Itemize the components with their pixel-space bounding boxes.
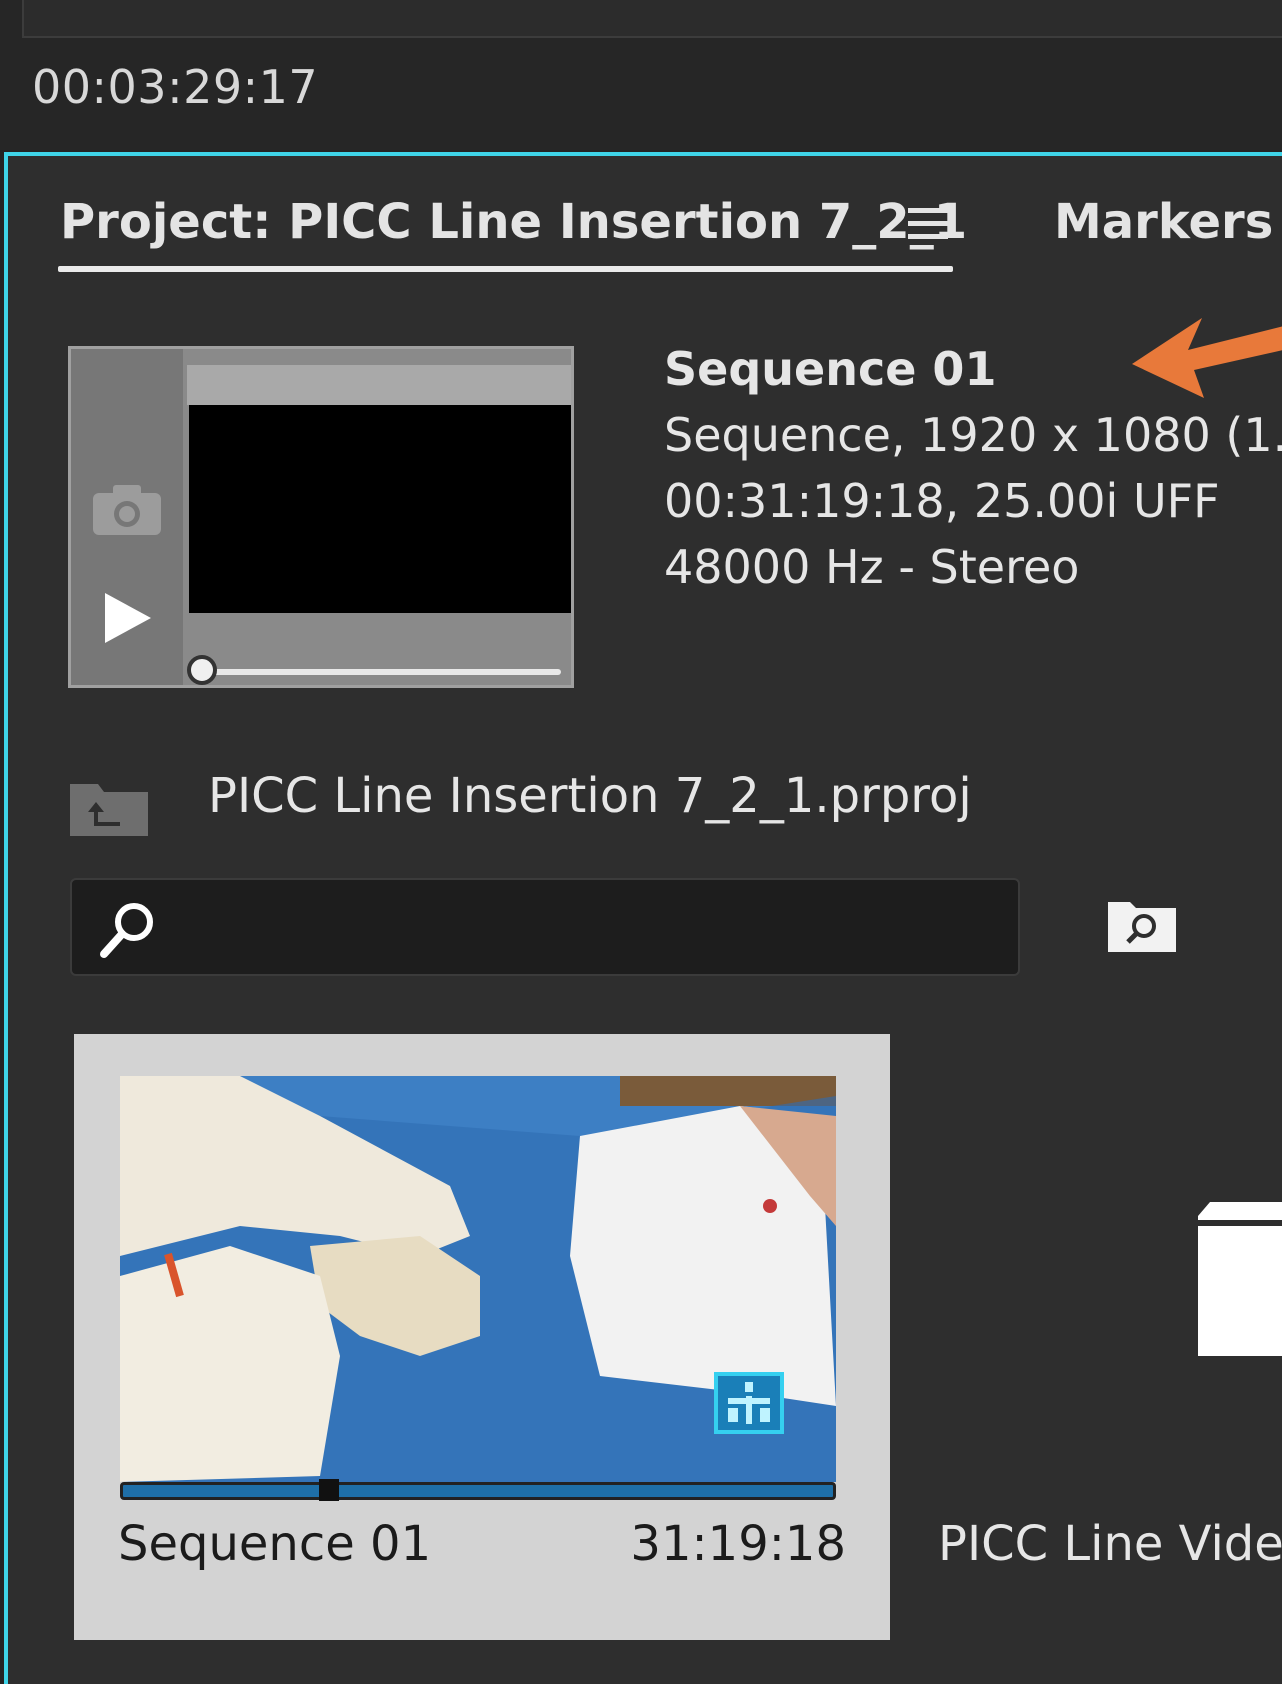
preview-frame — [189, 405, 571, 613]
sequence-scrub-bar[interactable] — [120, 1479, 836, 1501]
item-name-picc-line-video[interactable]: PICC Line Vide — [938, 1516, 1282, 1572]
bin-up-icon[interactable] — [68, 778, 150, 838]
active-tab-indicator — [58, 266, 953, 272]
tab-project[interactable]: Project: PICC Line Insertion 7_2_1 — [60, 194, 967, 250]
search-icon — [100, 903, 153, 958]
find-in-folder-icon[interactable] — [1106, 894, 1178, 954]
sequence-info-duration: 00:31:19:18, 25.00i UFF — [664, 474, 1220, 528]
menu-icon[interactable] — [908, 204, 950, 244]
project-panel: Project: PICC Line Insertion 7_2_1 Marke… — [4, 152, 1282, 1684]
sequence-info-audio: 48000 Hz - Stereo — [664, 540, 1080, 594]
top-panel: 00:03:29:17 — [0, 0, 1282, 150]
project-item-sequence-01[interactable]: Sequence 01 31:19:18 — [74, 1034, 890, 1640]
item-duration: 31:19:18 — [630, 1516, 846, 1572]
sequence-icon — [714, 1372, 784, 1434]
play-icon[interactable] — [101, 591, 153, 645]
item-name: Sequence 01 — [118, 1516, 432, 1572]
preview-scrub-track[interactable] — [201, 669, 561, 675]
tab-markers[interactable]: Markers — [1054, 194, 1273, 250]
top-panel-frame — [22, 0, 1282, 38]
sequence-scrub-handle[interactable] — [319, 1479, 339, 1501]
folder-icon[interactable] — [1198, 1196, 1282, 1356]
camera-icon[interactable] — [91, 481, 163, 537]
search-input[interactable] — [70, 878, 1020, 976]
preview-header-bar — [187, 365, 571, 405]
arrow-annotation — [1132, 318, 1282, 398]
playhead-timecode[interactable]: 00:03:29:17 — [32, 60, 318, 114]
bin-name: PICC Line Insertion 7_2_1.prproj — [208, 768, 972, 824]
preview-scrub-handle[interactable] — [187, 655, 217, 685]
preview-thumbnail — [68, 346, 574, 688]
sequence-info-format: Sequence, 1920 x 1080 (1.0 — [664, 408, 1282, 462]
